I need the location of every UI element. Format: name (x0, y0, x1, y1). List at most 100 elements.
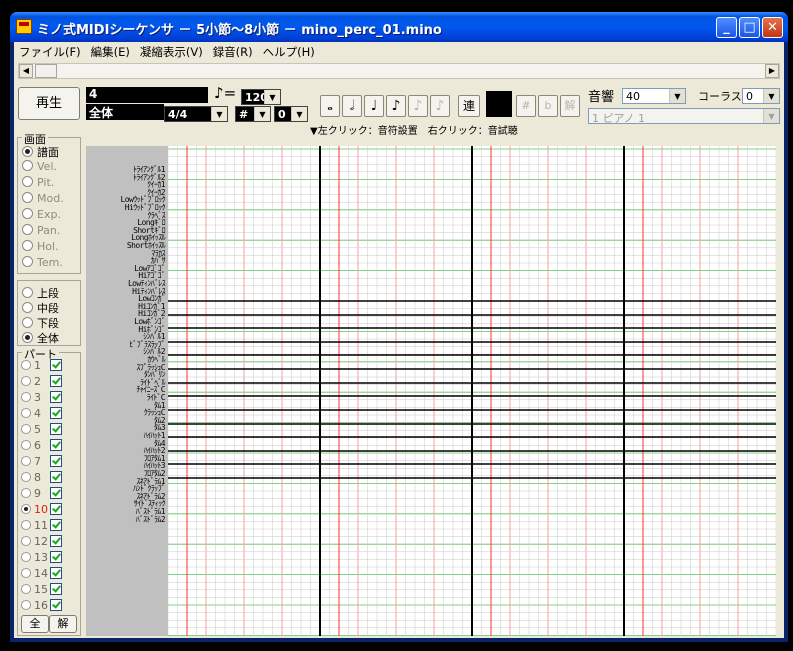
view-radio[interactable]: 譜面 (22, 144, 59, 160)
part-row[interactable]: 10 (21, 503, 62, 516)
key-sign-select[interactable]: # ▼ (235, 106, 271, 122)
range-radio[interactable]: 下段 (22, 315, 59, 331)
time-signature-select[interactable]: 4/4 ▼ (164, 106, 228, 122)
release-all-parts-button[interactable]: 解 (49, 615, 77, 633)
app-icon[interactable] (16, 19, 32, 34)
radio-icon[interactable] (21, 584, 31, 594)
part-checkbox[interactable] (50, 535, 62, 547)
scroll-right-arrow-icon[interactable]: ▶ (765, 64, 779, 78)
radio-icon[interactable] (21, 376, 31, 386)
radio-icon[interactable] (21, 360, 31, 370)
whole-note-button[interactable]: 𝅝 (320, 95, 340, 117)
eighth-note-button[interactable]: ♪ (386, 95, 406, 117)
part-row[interactable]: 12 (21, 535, 62, 548)
sixteenth-note-button[interactable]: ♪ (408, 95, 428, 117)
radio-icon[interactable] (21, 456, 31, 466)
thirtysecond-note-button[interactable]: ♪ (430, 95, 450, 117)
menu-file[interactable]: ファイル(F) (14, 42, 86, 62)
part-checkbox[interactable] (50, 439, 62, 451)
part-row[interactable]: 7 (21, 455, 62, 468)
instrument-name: ﾊﾞｽﾄﾞﾗﾑ2 (135, 514, 166, 524)
part-checkbox[interactable] (50, 391, 62, 403)
part-checkbox[interactable] (50, 455, 62, 467)
part-row[interactable]: 14 (21, 567, 62, 580)
part-checkbox[interactable] (50, 359, 62, 371)
radio-icon[interactable] (21, 408, 31, 418)
part-checkbox[interactable] (50, 471, 62, 483)
radio-icon[interactable] (21, 472, 31, 482)
part-checkbox[interactable] (50, 567, 62, 579)
view-radio[interactable]: Hol. (22, 240, 59, 253)
radio-icon (22, 240, 33, 251)
menu-help[interactable]: ヘルプ(H) (258, 42, 320, 62)
reverb-select[interactable]: 40 ▼ (622, 88, 686, 104)
half-note-button[interactable]: 𝅗𝅥 (342, 95, 362, 117)
quarter-note-button[interactable]: ♩ (364, 95, 384, 117)
range-radio[interactable]: 上段 (22, 285, 59, 301)
play-button[interactable]: 再生 (18, 87, 80, 120)
part-row[interactable]: 6 (21, 439, 62, 452)
tempo-select[interactable]: 120 ▼ (241, 89, 281, 105)
maximize-button[interactable]: □ (739, 17, 760, 38)
part-row[interactable]: 2 (21, 375, 62, 388)
key-value-select[interactable]: 0 ▼ (274, 106, 308, 122)
view-radio[interactable]: Vel. (22, 160, 57, 173)
radio-icon[interactable] (21, 392, 31, 402)
ren-button[interactable]: 連 (458, 95, 480, 117)
view-radio[interactable]: Pit. (22, 176, 54, 189)
minimize-button[interactable]: _ (716, 17, 737, 38)
part-number: 13 (34, 551, 48, 564)
radio-icon[interactable] (21, 424, 31, 434)
part-row[interactable]: 3 (21, 391, 62, 404)
radio-icon[interactable] (21, 488, 31, 498)
horizontal-scrollbar[interactable]: ◀ ▶ (18, 63, 780, 79)
scroll-left-arrow-icon[interactable]: ◀ (19, 64, 33, 78)
select-all-parts-button[interactable]: 全 (21, 615, 49, 633)
view-radio[interactable]: Pan. (22, 224, 60, 237)
close-button[interactable]: ✕ (762, 17, 783, 38)
view-radio[interactable]: Exp. (22, 208, 61, 221)
radio-icon[interactable] (21, 536, 31, 546)
natural-button[interactable]: 解 (560, 95, 580, 117)
menu-view[interactable]: 凝縮表示(V) (135, 42, 208, 62)
part-row[interactable]: 5 (21, 423, 62, 436)
part-checkbox[interactable] (50, 583, 62, 595)
scroll-thumb[interactable] (35, 64, 57, 78)
part-row[interactable]: 11 (21, 519, 62, 532)
part-checkbox[interactable] (50, 407, 62, 419)
flat-button[interactable]: b (538, 95, 558, 117)
radio-icon[interactable] (21, 568, 31, 578)
part-row[interactable]: 13 (21, 551, 62, 564)
radio-icon[interactable] (21, 600, 31, 610)
part-row[interactable]: 15 (21, 583, 62, 596)
part-checkbox[interactable] (50, 503, 62, 515)
range-radio[interactable]: 全体 (22, 330, 59, 346)
part-row[interactable]: 16 (21, 599, 62, 612)
sharp-button[interactable]: # (516, 95, 536, 117)
part-row[interactable]: 9 (21, 487, 62, 500)
radio-icon[interactable] (21, 440, 31, 450)
part-row[interactable]: 8 (21, 471, 62, 484)
range-radio[interactable]: 中段 (22, 300, 59, 316)
menu-record[interactable]: 録音(R) (208, 42, 258, 62)
part-checkbox[interactable] (50, 551, 62, 563)
part-checkbox[interactable] (50, 599, 62, 611)
part-number: 5 (34, 423, 41, 436)
score-grid[interactable] (168, 146, 776, 636)
part-row[interactable]: 4 (21, 407, 62, 420)
part-checkbox[interactable] (50, 487, 62, 499)
view-radio[interactable]: Mod. (22, 192, 64, 205)
radio-icon[interactable] (21, 552, 31, 562)
part-checkbox[interactable] (50, 423, 62, 435)
part-checkbox[interactable] (50, 375, 62, 387)
instrument-select[interactable]: 1 ピアノ 1 ▼ (588, 108, 780, 125)
radio-icon[interactable] (21, 520, 31, 530)
title-bar[interactable]: ミノ式MIDIシーケンサ － 5小節～8小節 － mino_perc_01.mi… (10, 12, 788, 42)
part-checkbox[interactable] (50, 519, 62, 531)
menu-edit[interactable]: 編集(E) (86, 42, 135, 62)
part-row[interactable]: 1 (21, 359, 62, 372)
radio-icon[interactable] (21, 504, 31, 514)
view-radio[interactable]: Tem. (22, 256, 63, 269)
hint-text: ▼左クリック：音符設置 右クリック：音試聴 (310, 126, 518, 137)
chorus-select[interactable]: 0 ▼ (742, 88, 780, 104)
